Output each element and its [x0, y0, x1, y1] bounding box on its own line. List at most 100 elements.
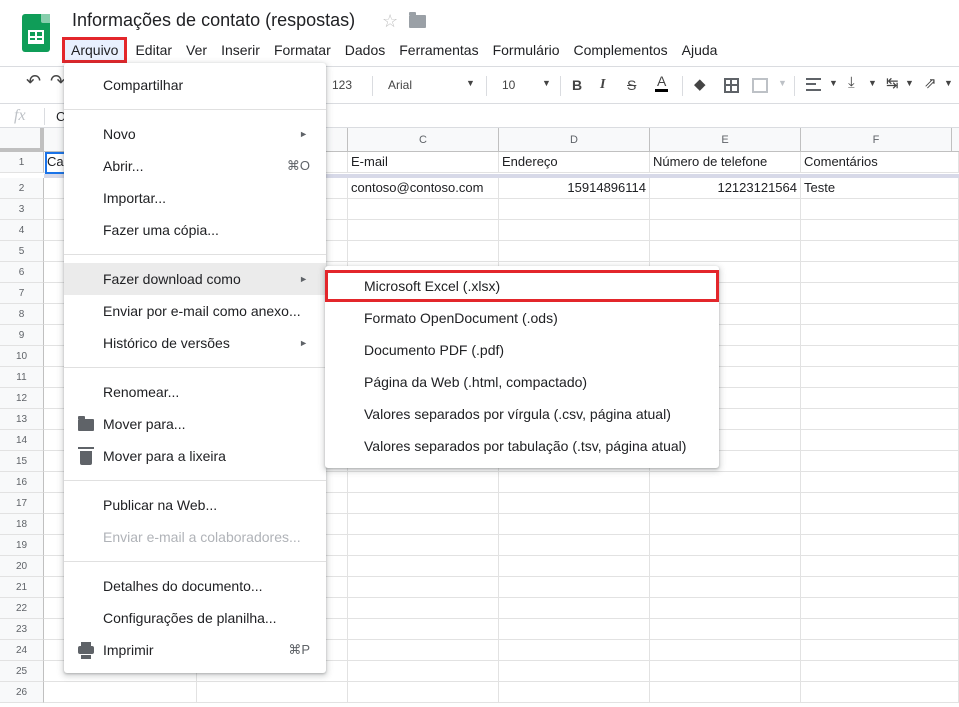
row-header[interactable]: 3: [0, 199, 44, 220]
row-header[interactable]: 13: [0, 409, 44, 430]
download-option-ods[interactable]: Formato OpenDocument (.ods): [325, 302, 719, 334]
bold-icon[interactable]: B: [572, 77, 582, 93]
column-header-f[interactable]: F: [801, 128, 952, 152]
download-option-pdf[interactable]: Documento PDF (.pdf): [325, 334, 719, 366]
row-header[interactable]: 19: [0, 535, 44, 556]
row-header[interactable]: 9: [0, 325, 44, 346]
menu-item-rename[interactable]: Renomear...: [64, 376, 326, 408]
grid-cell[interactable]: [499, 493, 650, 514]
grid-cell[interactable]: [499, 556, 650, 577]
grid-cell[interactable]: [801, 640, 959, 661]
grid-cell[interactable]: [801, 304, 959, 325]
row-header[interactable]: 4: [0, 220, 44, 241]
menu-item-new[interactable]: Novo ►: [64, 118, 326, 150]
horizontal-align-icon[interactable]: [806, 78, 821, 91]
row-header[interactable]: 11: [0, 367, 44, 388]
row-header[interactable]: 26: [0, 682, 44, 703]
download-option-xlsx[interactable]: Microsoft Excel (.xlsx): [325, 270, 719, 302]
row-header[interactable]: 15: [0, 451, 44, 472]
grid-cell[interactable]: [650, 493, 801, 514]
chevron-down-icon[interactable]: ▼: [868, 78, 877, 88]
merge-cells-icon[interactable]: [752, 78, 768, 93]
chevron-down-icon[interactable]: ▼: [829, 78, 838, 88]
menu-formatar[interactable]: Formatar: [267, 39, 338, 61]
column-header-e[interactable]: E: [650, 128, 801, 152]
cell-f1[interactable]: Comentários: [801, 152, 959, 173]
download-option-tsv[interactable]: Valores separados por tabulação (.tsv, p…: [325, 430, 719, 462]
cell-d1[interactable]: Endereço: [499, 152, 650, 173]
grid-cell[interactable]: [499, 661, 650, 682]
chevron-down-icon[interactable]: ▼: [905, 78, 914, 88]
italic-icon[interactable]: I: [600, 77, 605, 93]
grid-cell[interactable]: [499, 199, 650, 220]
menu-item-spreadsheet-settings[interactable]: Configurações de planilha...: [64, 602, 326, 634]
grid-cell[interactable]: [650, 220, 801, 241]
menu-item-print[interactable]: Imprimir ⌘P: [64, 634, 326, 666]
row-header[interactable]: 21: [0, 577, 44, 598]
chevron-down-icon[interactable]: ▼: [778, 78, 787, 88]
cell-d2[interactable]: 15914896114: [499, 178, 650, 199]
menu-inserir[interactable]: Inserir: [214, 39, 267, 61]
grid-cell[interactable]: [801, 451, 959, 472]
text-rotation-icon[interactable]: ⇗: [924, 74, 937, 92]
menu-ver[interactable]: Ver: [179, 39, 214, 61]
grid-cell[interactable]: [348, 619, 499, 640]
grid-cell[interactable]: [650, 241, 801, 262]
chevron-down-icon[interactable]: ▼: [542, 78, 551, 88]
row-header[interactable]: 12: [0, 388, 44, 409]
menu-item-trash[interactable]: Mover para a lixeira: [64, 440, 326, 472]
grid-cell[interactable]: [348, 661, 499, 682]
chevron-down-icon[interactable]: ▼: [944, 78, 953, 88]
row-header[interactable]: 14: [0, 430, 44, 451]
vertical-align-icon[interactable]: ⤓: [848, 74, 855, 91]
chevron-down-icon[interactable]: ▼: [466, 78, 475, 88]
row-header[interactable]: 23: [0, 619, 44, 640]
font-family-dropdown[interactable]: Arial: [388, 78, 412, 92]
grid-cell[interactable]: [801, 262, 959, 283]
grid-cell[interactable]: [348, 640, 499, 661]
menu-ajuda[interactable]: Ajuda: [675, 39, 725, 61]
row-header[interactable]: 7: [0, 283, 44, 304]
row-header[interactable]: 6: [0, 262, 44, 283]
grid-cell[interactable]: [801, 430, 959, 451]
grid-cell[interactable]: [801, 409, 959, 430]
grid-cell[interactable]: [499, 640, 650, 661]
menu-complementos[interactable]: Complementos: [567, 39, 675, 61]
grid-cell[interactable]: [801, 535, 959, 556]
grid-cell[interactable]: [650, 199, 801, 220]
grid-cell[interactable]: [650, 577, 801, 598]
grid-cell[interactable]: [197, 682, 348, 703]
menu-item-publish-web[interactable]: Publicar na Web...: [64, 489, 326, 521]
grid-cell[interactable]: [801, 472, 959, 493]
grid-cell[interactable]: [801, 325, 959, 346]
column-header-d[interactable]: D: [499, 128, 650, 152]
text-wrap-icon[interactable]: ↹: [886, 74, 899, 92]
menu-item-download-as[interactable]: Fazer download como ►: [64, 263, 326, 295]
grid-cell[interactable]: [650, 472, 801, 493]
menu-arquivo[interactable]: Arquivo: [61, 37, 128, 63]
menu-formulario[interactable]: Formulário: [486, 39, 567, 61]
grid-cell[interactable]: [499, 472, 650, 493]
grid-cell[interactable]: [801, 388, 959, 409]
grid-cell[interactable]: [650, 535, 801, 556]
grid-cell[interactable]: [650, 598, 801, 619]
undo-icon[interactable]: ↶: [26, 71, 41, 92]
menu-item-make-copy[interactable]: Fazer uma cópia...: [64, 214, 326, 246]
row-header[interactable]: 16: [0, 472, 44, 493]
grid-cell[interactable]: [801, 493, 959, 514]
grid-cell[interactable]: [348, 472, 499, 493]
cell-c1[interactable]: E-mail: [348, 152, 499, 173]
grid-cell[interactable]: [348, 556, 499, 577]
menu-dados[interactable]: Dados: [338, 39, 392, 61]
column-header-g[interactable]: [952, 128, 959, 152]
select-all-corner[interactable]: [0, 128, 44, 152]
menu-item-share[interactable]: Compartilhar: [64, 69, 326, 101]
menu-item-email-attachment[interactable]: Enviar por e-mail como anexo...: [64, 295, 326, 327]
grid-cell[interactable]: [801, 598, 959, 619]
redo-icon[interactable]: ↷: [50, 71, 65, 92]
grid-cell[interactable]: [801, 367, 959, 388]
cell-f2[interactable]: Teste: [801, 178, 959, 199]
download-option-html[interactable]: Página da Web (.html, compactado): [325, 366, 719, 398]
menu-item-document-details[interactable]: Detalhes do documento...: [64, 570, 326, 602]
row-header[interactable]: 22: [0, 598, 44, 619]
